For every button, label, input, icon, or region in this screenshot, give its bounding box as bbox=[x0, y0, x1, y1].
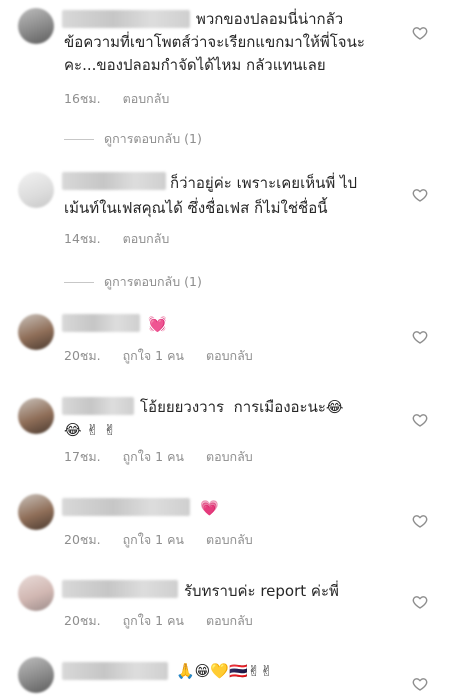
comment-meta: 14ชม. ตอบกลับ bbox=[64, 229, 169, 249]
username-blurred[interactable] bbox=[62, 662, 168, 680]
view-replies-label: ดูการตอบกลับ (1) bbox=[104, 131, 202, 146]
username-blurred[interactable] bbox=[62, 498, 190, 516]
comment-time: 17ชม. bbox=[64, 449, 101, 464]
likes-count[interactable]: ถูกใจ 1 คน bbox=[123, 346, 184, 366]
comment-text-line: ข้อความที่เขาโพตส์ว่าจะเรียกแขกมาให้พี่โ… bbox=[64, 33, 365, 51]
comment-text-line: โอ้ยยยวงวาร การเมืองอะนะ😂 bbox=[140, 398, 344, 416]
comment-meta: 17ชม. ถูกใจ 1 คน ตอบกลับ bbox=[64, 447, 253, 467]
reply-button[interactable]: ตอบกลับ bbox=[206, 530, 253, 550]
like-heart-icon[interactable] bbox=[412, 676, 428, 692]
avatar[interactable] bbox=[18, 494, 54, 530]
comment-emoji: 🙏😁💛🇹🇭✌✌ bbox=[176, 662, 273, 680]
like-heart-icon[interactable] bbox=[412, 513, 428, 529]
likes-count[interactable]: ถูกใจ 1 คน bbox=[123, 447, 184, 467]
username-blurred[interactable] bbox=[62, 397, 134, 415]
comment-meta: 20ชม. ถูกใจ 1 คน ตอบกลับ bbox=[64, 346, 253, 366]
view-replies-button[interactable]: ดูการตอบกลับ (1) bbox=[64, 129, 202, 149]
divider-line bbox=[64, 138, 94, 140]
reply-button[interactable]: ตอบกลับ bbox=[123, 229, 170, 249]
like-heart-icon[interactable] bbox=[412, 594, 428, 610]
comment-meta: 20ชม. ถูกใจ 1 คน ตอบกลับ bbox=[64, 611, 253, 631]
comment-time: 14ชม. bbox=[64, 231, 101, 246]
reply-button[interactable]: ตอบกลับ bbox=[123, 89, 170, 109]
avatar[interactable] bbox=[18, 172, 54, 208]
comment-text-line: พวกของปลอมนี่น่ากลัว bbox=[196, 10, 344, 28]
avatar[interactable] bbox=[18, 575, 54, 611]
username-blurred[interactable] bbox=[62, 10, 190, 28]
reply-button[interactable]: ตอบกลับ bbox=[206, 447, 253, 467]
comment-time: 16ชม. bbox=[64, 91, 101, 106]
divider-line bbox=[64, 281, 94, 283]
comment-time: 20ชม. bbox=[64, 532, 101, 547]
like-heart-icon[interactable] bbox=[412, 187, 428, 203]
like-heart-icon[interactable] bbox=[412, 412, 428, 428]
avatar[interactable] bbox=[18, 314, 54, 350]
like-heart-icon[interactable] bbox=[412, 329, 428, 345]
comment-time: 20ชม. bbox=[64, 613, 101, 628]
view-replies-label: ดูการตอบกลับ (1) bbox=[104, 274, 202, 289]
comment-meta: 16ชม. ตอบกลับ bbox=[64, 89, 169, 109]
avatar[interactable] bbox=[18, 398, 54, 434]
username-blurred[interactable] bbox=[62, 314, 140, 332]
comment-text-line: 😂 ✌ ✌ bbox=[64, 421, 117, 439]
like-heart-icon[interactable] bbox=[412, 25, 428, 41]
comment-time: 20ชม. bbox=[64, 348, 101, 363]
reply-button[interactable]: ตอบกลับ bbox=[206, 611, 253, 631]
comment-emoji: 💓 bbox=[148, 315, 167, 333]
username-blurred[interactable] bbox=[62, 580, 178, 598]
likes-count[interactable]: ถูกใจ 1 คน bbox=[123, 530, 184, 550]
avatar[interactable] bbox=[18, 8, 54, 44]
comment-text-line: ก็ว่าอยู่ค่ะ เพราะเคยเห็นพี่ ไป bbox=[170, 174, 358, 192]
username-blurred[interactable] bbox=[62, 172, 166, 190]
comment-text-line: คะ...ของปลอมกำจัดได้ไหม กลัวแทนเลย bbox=[64, 56, 326, 74]
reply-button[interactable]: ตอบกลับ bbox=[206, 346, 253, 366]
avatar[interactable] bbox=[18, 657, 54, 693]
view-replies-button[interactable]: ดูการตอบกลับ (1) bbox=[64, 272, 202, 292]
comment-text-line: เม้นท์ในเฟสคุณได้ ซึ่งชื่อเฟส ก็ไม่ใช่ชื… bbox=[64, 199, 328, 217]
comment-emoji: 💗 bbox=[200, 499, 219, 517]
likes-count[interactable]: ถูกใจ 1 คน bbox=[123, 611, 184, 631]
comment-meta: 20ชม. ถูกใจ 1 คน ตอบกลับ bbox=[64, 530, 253, 550]
comment-text-line: รับทราบค่ะ report ค่ะพี่ bbox=[184, 582, 339, 600]
